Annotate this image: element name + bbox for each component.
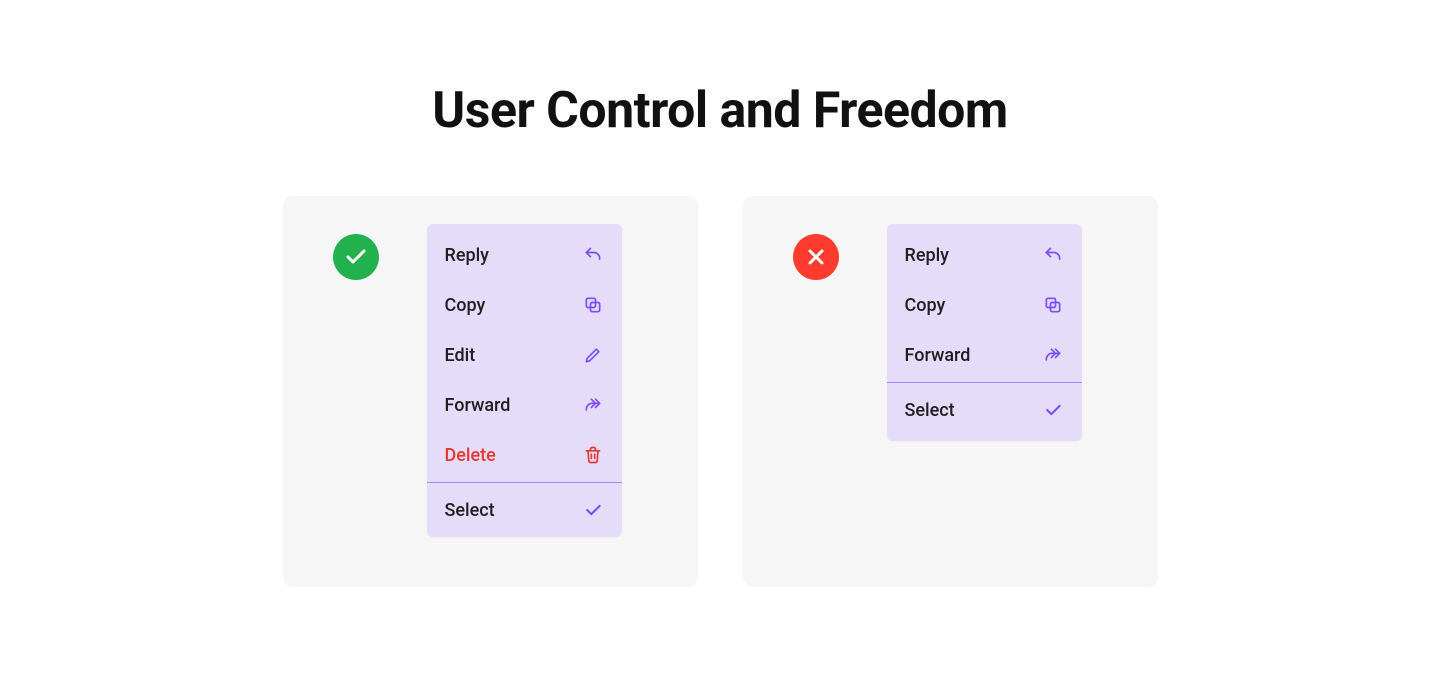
menu-item-label: Reply [905,245,950,266]
copy-icon [1042,294,1064,316]
menu-item-reply[interactable]: Reply [427,230,622,280]
bad-example-card: Reply Copy Forward [743,196,1158,587]
menu-item-select[interactable]: Select [887,385,1082,435]
forward-icon [582,394,604,416]
check-badge-icon [333,234,379,280]
check-icon [582,499,604,521]
good-example-card: Reply Copy Edit [283,196,698,587]
delete-icon [582,444,604,466]
page-title: User Control and Freedom [432,82,1007,140]
cross-badge-icon [793,234,839,280]
menu-item-copy[interactable]: Copy [887,280,1082,330]
menu-item-forward[interactable]: Forward [427,380,622,430]
menu-item-label: Copy [445,295,486,316]
menu-item-label: Edit [445,345,476,366]
menu-item-label: Select [905,400,955,421]
edit-icon [582,344,604,366]
menu-item-edit[interactable]: Edit [427,330,622,380]
menu-item-label: Forward [445,395,511,416]
menu-separator [427,482,622,483]
forward-icon [1042,344,1064,366]
menu-item-reply[interactable]: Reply [887,230,1082,280]
menu-item-label: Select [445,500,495,521]
menu-item-label: Forward [905,345,971,366]
menu-item-select[interactable]: Select [427,485,622,535]
check-icon [1042,399,1064,421]
copy-icon [582,294,604,316]
reply-icon [1042,244,1064,266]
menu-item-delete[interactable]: Delete [427,430,622,480]
good-context-menu: Reply Copy Edit [427,224,622,537]
examples-row: Reply Copy Edit [283,196,1158,587]
menu-item-label: Copy [905,295,946,316]
menu-item-label: Delete [445,445,496,466]
reply-icon [582,244,604,266]
bad-context-menu: Reply Copy Forward [887,224,1082,441]
menu-item-label: Reply [445,245,490,266]
menu-item-copy[interactable]: Copy [427,280,622,330]
menu-separator [887,382,1082,383]
menu-item-forward[interactable]: Forward [887,330,1082,380]
